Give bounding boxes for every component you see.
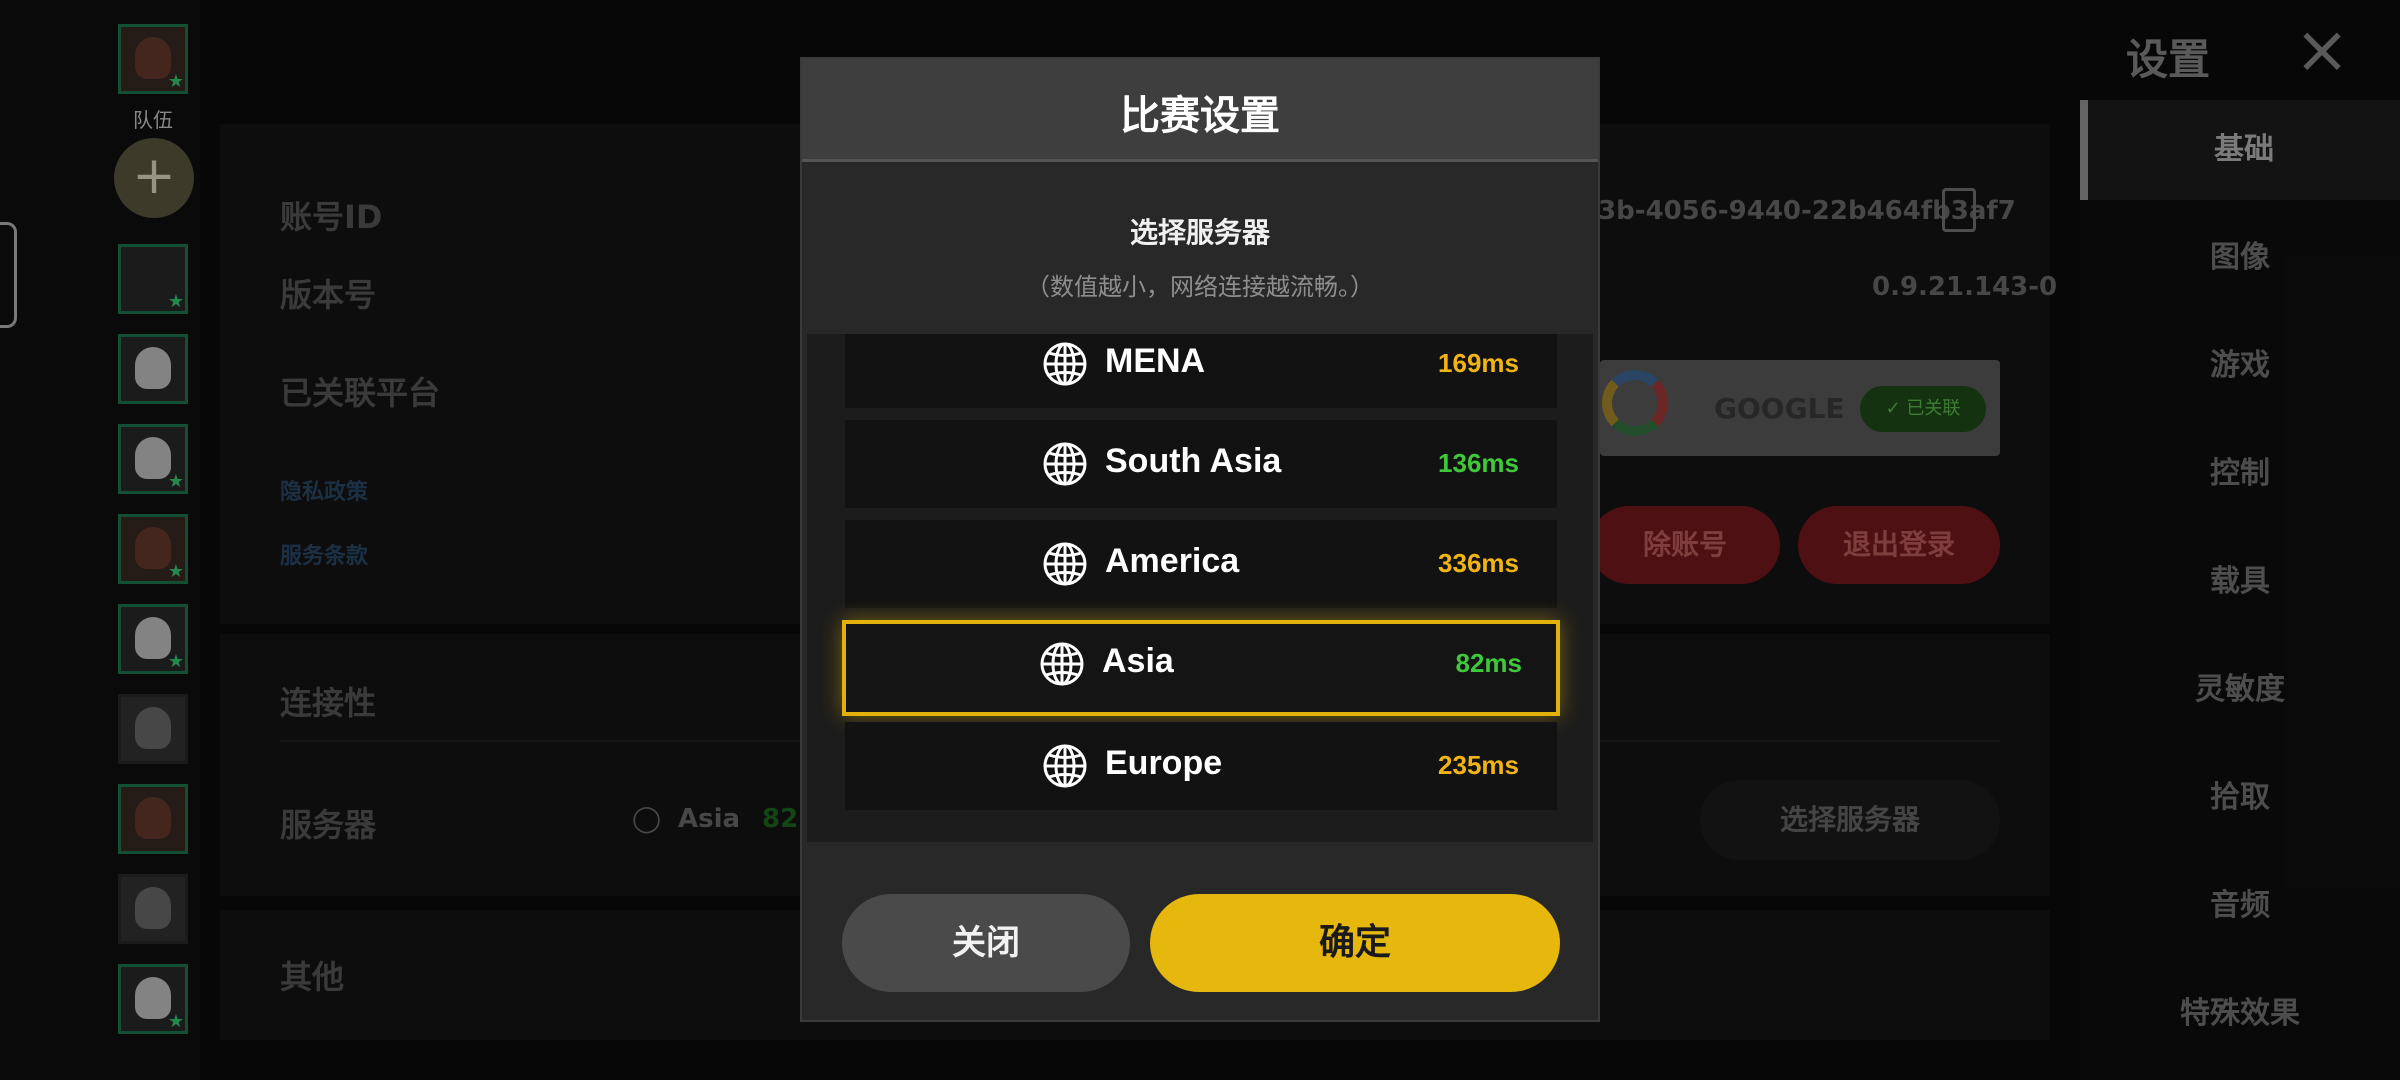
server-name: MENA (1105, 342, 1206, 380)
server-name: Asia (1102, 642, 1174, 680)
server-name: South Asia (1105, 442, 1282, 480)
server-row-mena[interactable]: MENA 169ms (845, 334, 1557, 408)
server-name: America (1105, 542, 1240, 580)
globe-icon (1040, 642, 1084, 686)
globe-icon (1043, 442, 1087, 486)
server-row-europe[interactable]: Europe 235ms (845, 722, 1557, 810)
globe-icon (1043, 342, 1087, 386)
match-settings-dialog: 比赛设置 选择服务器 （数值越小，网络连接越流畅。） MENA 169ms So… (800, 57, 1600, 1022)
globe-icon (1043, 744, 1087, 788)
confirm-button[interactable]: 确定 (1150, 894, 1560, 992)
server-name: Europe (1105, 744, 1223, 782)
close-button[interactable]: 关闭 (842, 894, 1130, 992)
server-ping: 235ms (1438, 750, 1519, 780)
dialog-subtitle: 选择服务器 (1129, 216, 1270, 249)
globe-icon (1043, 542, 1087, 586)
server-ping: 82ms (1455, 648, 1523, 678)
server-ping: 336ms (1438, 548, 1519, 578)
dialog-hint: （数值越小，网络连接越流畅。） (1026, 273, 1374, 301)
server-row-asia[interactable]: Asia 82ms (842, 620, 1560, 716)
server-list[interactable]: MENA 169ms South Asia 136ms America 336m… (807, 334, 1593, 842)
server-row-south-asia[interactable]: South Asia 136ms (845, 420, 1557, 508)
dialog-title: 比赛设置 (1120, 93, 1280, 139)
server-ping: 169ms (1438, 348, 1519, 378)
server-ping: 136ms (1438, 448, 1519, 478)
server-row-america[interactable]: America 336ms (845, 520, 1557, 608)
